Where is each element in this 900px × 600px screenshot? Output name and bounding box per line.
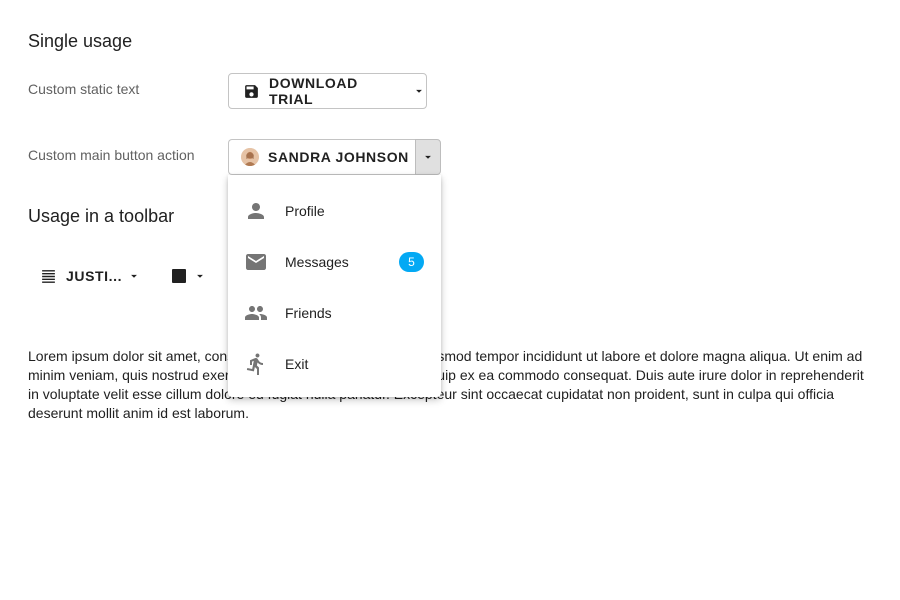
color-dropdown-button[interactable] bbox=[172, 266, 207, 286]
menu-item-label: Profile bbox=[285, 202, 325, 219]
download-trial-dropdown-button[interactable]: DOWNLOAD TRIAL bbox=[228, 73, 427, 109]
menu-item-label: Friends bbox=[285, 304, 332, 321]
section-title-toolbar: Usage in a toolbar bbox=[28, 206, 175, 226]
caret-down-icon bbox=[193, 269, 207, 283]
unread-count-badge: 5 bbox=[399, 251, 424, 272]
align-dropdown-button[interactable]: JUSTI... bbox=[40, 266, 141, 286]
static-text-label: Custom static text bbox=[28, 81, 140, 97]
sandra-johnson-label: SANDRA JOHNSON bbox=[268, 149, 409, 165]
menu-item-friends[interactable]: Friends bbox=[228, 287, 441, 338]
user-avatar bbox=[241, 148, 259, 166]
menu-item-exit[interactable]: Exit bbox=[228, 338, 441, 389]
sandra-johnson-main-button[interactable]: SANDRA JOHNSON bbox=[228, 139, 416, 175]
align-justify-icon bbox=[40, 268, 57, 285]
sandra-johnson-dropdown-toggle[interactable] bbox=[415, 139, 441, 175]
lorem-paragraph: Lorem ipsum dolor sit amet, consectetur … bbox=[28, 348, 864, 421]
caret-down-icon bbox=[127, 269, 141, 283]
run-icon bbox=[244, 352, 268, 376]
people-icon bbox=[244, 301, 268, 325]
save-icon bbox=[243, 83, 260, 100]
mail-icon bbox=[244, 250, 268, 274]
download-trial-label: DOWNLOAD TRIAL bbox=[269, 75, 358, 107]
main-action-label: Custom main button action bbox=[28, 147, 195, 163]
menu-item-label: Messages bbox=[285, 253, 349, 270]
square-icon bbox=[172, 269, 186, 283]
menu-item-messages[interactable]: Messages 5 bbox=[228, 236, 441, 287]
section-title-single-usage: Single usage bbox=[28, 31, 133, 51]
person-icon bbox=[244, 199, 268, 223]
caret-down-icon bbox=[412, 84, 426, 98]
menu-item-profile[interactable]: Profile bbox=[228, 185, 441, 236]
menu-item-label: Exit bbox=[285, 355, 309, 372]
align-label: JUSTI... bbox=[66, 268, 123, 284]
user-dropdown-menu: Profile Messages 5 Friends Exit bbox=[228, 175, 441, 397]
caret-down-icon bbox=[421, 150, 435, 164]
